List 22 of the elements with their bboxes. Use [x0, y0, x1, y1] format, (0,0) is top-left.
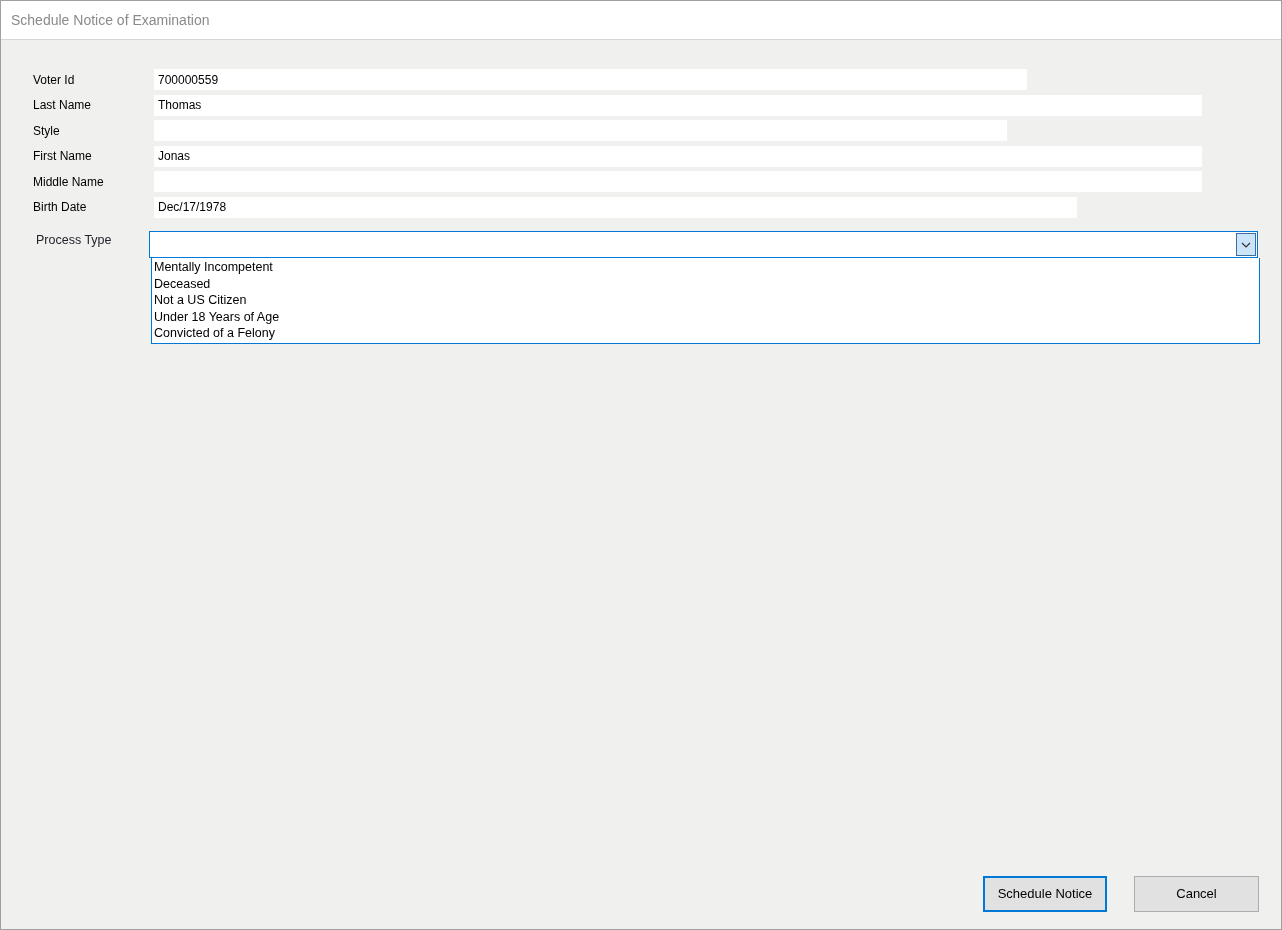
process-type-dropdown[interactable]	[149, 231, 1258, 258]
field-label: Process Type	[35, 232, 113, 249]
field-label: First Name	[33, 148, 93, 166]
text-field[interactable]: Thomas	[154, 94, 1202, 116]
cancel-button[interactable]: Cancel	[1134, 876, 1259, 912]
field-label: Voter Id	[33, 71, 76, 89]
chevron-down-icon	[1241, 241, 1251, 248]
dropdown-button[interactable]	[1236, 233, 1256, 256]
schedule-button[interactable]: Schedule Notice	[983, 876, 1107, 912]
text-field[interactable]: Dec/17/1978	[154, 196, 1077, 218]
dropdown-option[interactable]: Convicted of a Felony	[154, 325, 1259, 342]
text-field[interactable]: 700000559	[154, 69, 1027, 91]
field-label: Last Name	[33, 97, 93, 115]
dropdown-option[interactable]: Mentally Incompetent	[154, 259, 1259, 276]
window-title: Schedule Notice of Examination	[11, 10, 210, 30]
field-label: Style	[33, 122, 61, 140]
dropdown-option[interactable]: Not a US Citizen	[154, 292, 1259, 309]
text-field[interactable]: Jonas	[154, 145, 1202, 167]
field-label: Birth Date	[33, 199, 88, 217]
field-label: Middle Name	[33, 173, 105, 191]
dropdown-option[interactable]: Deceased	[154, 275, 1259, 292]
dropdown-option[interactable]: Under 18 Years of Age	[154, 308, 1259, 325]
